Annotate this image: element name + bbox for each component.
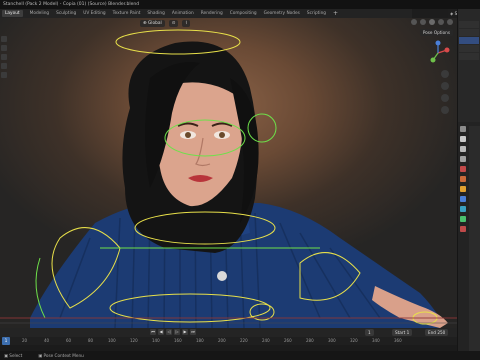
properties-content: [469, 126, 480, 356]
wireframe-shading-icon[interactable]: [420, 19, 426, 25]
pan-icon[interactable]: [441, 82, 449, 90]
status-select-hint: ▣ Select: [4, 353, 23, 358]
pivot-icon[interactable]: ⊙: [168, 19, 179, 27]
status-bar: ▣ Select ▣ Pose Context Menu: [0, 351, 480, 360]
current-frame-field[interactable]: 1: [365, 329, 374, 336]
material-icon[interactable]: [460, 226, 466, 232]
character-render: [0, 29, 457, 328]
tab-modeling[interactable]: Modeling: [30, 11, 50, 16]
world-icon[interactable]: [460, 176, 466, 182]
outliner-row[interactable]: [459, 45, 479, 52]
select-tool-icon[interactable]: [1, 36, 7, 42]
rendered-shading-icon[interactable]: [447, 19, 453, 25]
tab-shading[interactable]: Shading: [147, 11, 164, 16]
outliner-row[interactable]: [459, 21, 479, 28]
orientation-dropdown[interactable]: ⊕ Global: [140, 19, 165, 27]
solid-shading-icon[interactable]: [429, 19, 435, 25]
window-title: Stanchell (Pack 2 Model) - Copia (01) (S…: [0, 0, 480, 9]
prev-keyframe-icon[interactable]: ◀: [158, 329, 164, 335]
workspace-tabs: Layout Modeling Sculpting UV Editing Tex…: [0, 9, 412, 18]
properties-tabs: [460, 126, 466, 232]
render-icon[interactable]: [460, 136, 466, 142]
jump-end-icon[interactable]: ⏭: [190, 329, 196, 335]
perspective-toggle-icon[interactable]: [441, 106, 449, 114]
end-frame-field[interactable]: End 250: [425, 329, 449, 336]
properties-panel: [457, 122, 480, 360]
tab-uv-editing[interactable]: UV Editing: [83, 11, 105, 16]
start-frame-field[interactable]: Start 1: [392, 329, 413, 336]
move-tool-icon[interactable]: [1, 54, 7, 60]
data-icon[interactable]: [460, 216, 466, 222]
navigation-gizmo[interactable]: [425, 40, 451, 66]
add-workspace-button[interactable]: +: [333, 10, 338, 17]
zoom-icon[interactable]: [441, 70, 449, 78]
tab-geometry-nodes[interactable]: Geometry Nodes: [264, 11, 300, 16]
play-icon[interactable]: ▷: [174, 329, 180, 335]
view-layer-icon[interactable]: [460, 156, 466, 162]
jump-start-icon[interactable]: ⏮: [150, 329, 156, 335]
outliner-row-selected[interactable]: [459, 37, 479, 44]
playhead[interactable]: 1: [2, 337, 10, 345]
tab-rendering[interactable]: Rendering: [201, 11, 223, 16]
tab-layout[interactable]: Layout: [2, 10, 23, 17]
viewport-shading-controls: [411, 19, 453, 25]
pose-options-dropdown[interactable]: Pose Options: [419, 29, 453, 36]
material-shading-icon[interactable]: [438, 19, 444, 25]
outliner-row[interactable]: [459, 53, 479, 60]
outliner-row[interactable]: [459, 29, 479, 36]
playback-controls: ⏮ ◀ ◁ ▷ ▶ ⏭: [150, 329, 196, 335]
next-keyframe-icon[interactable]: ▶: [182, 329, 188, 335]
output-icon[interactable]: [460, 146, 466, 152]
outliner-panel: [457, 9, 480, 122]
tab-scripting[interactable]: Scripting: [307, 11, 326, 16]
blender-window: Stanchell (Pack 2 Model) - Copia (01) (S…: [0, 0, 480, 360]
scene-props-icon[interactable]: [460, 166, 466, 172]
tab-animation[interactable]: Animation: [172, 11, 194, 16]
tab-texture-paint[interactable]: Texture Paint: [113, 11, 141, 16]
object-icon[interactable]: [460, 186, 466, 192]
view-navigation-buttons: [441, 70, 449, 114]
brooch: [217, 271, 227, 281]
3d-viewport[interactable]: ⊕ Global ⊙ ⌇ Pose Options: [0, 18, 457, 328]
timeline-ruler[interactable]: 1 20 40 60 80 100 120 140 160 180 200 22…: [0, 337, 457, 345]
modifier-icon[interactable]: [460, 196, 466, 202]
tab-sculpting[interactable]: Sculpting: [56, 11, 76, 16]
camera-view-icon[interactable]: [441, 94, 449, 102]
rotate-tool-icon[interactable]: [1, 63, 7, 69]
cursor-tool-icon[interactable]: [1, 45, 7, 51]
snap-icon[interactable]: ⌇: [182, 19, 191, 27]
toolbar: [1, 36, 8, 78]
play-reverse-icon[interactable]: ◁: [166, 329, 172, 335]
tab-compositing[interactable]: Compositing: [230, 11, 257, 16]
status-menu-hint: ▣ Pose Context Menu: [38, 353, 84, 358]
timeline-header: ⏮ ◀ ◁ ▷ ▶ ⏭ 1 Start 1 End 250: [0, 328, 457, 337]
viewport-header: ⊕ Global ⊙ ⌇: [0, 18, 457, 28]
overlay-icon[interactable]: [411, 19, 417, 25]
scale-tool-icon[interactable]: [1, 72, 7, 78]
constraint-icon[interactable]: [460, 206, 466, 212]
tool-icon[interactable]: [460, 126, 466, 132]
